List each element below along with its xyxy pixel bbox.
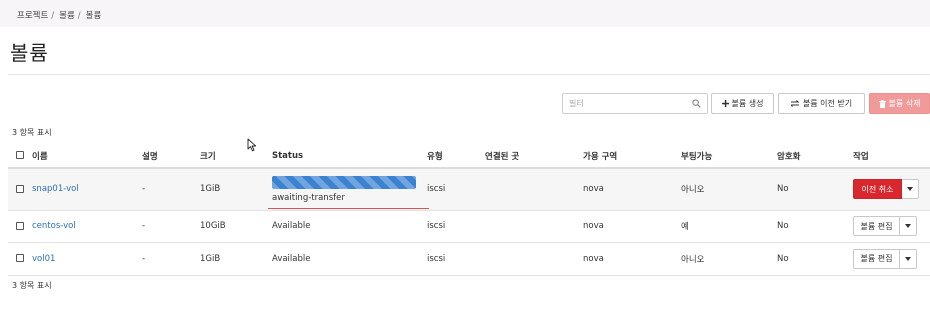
title-divider — [8, 74, 930, 75]
table-row: centos-vol - 10GiB Available iscsi nova … — [8, 210, 930, 243]
filter-box — [562, 93, 708, 114]
status-progress-wrap: awaiting-transfer — [272, 175, 417, 203]
table-header-row: 이름 설명 크기 Status 유형 연결된 곳 가용 구역 부팅가능 암호화 … — [8, 144, 930, 169]
actions-cell: 볼륨 편집 — [853, 210, 930, 243]
description-cell: - — [142, 168, 200, 211]
breadcrumb-separator: / — [77, 11, 81, 21]
breadcrumb: 프로젝트 / 볼륨 / 볼륨 — [17, 9, 101, 21]
trash-icon — [878, 99, 886, 108]
more-actions-toggle[interactable] — [900, 248, 917, 269]
caret-down-icon — [905, 224, 911, 228]
header-actions: 작업 — [853, 144, 930, 169]
header-description[interactable]: 설명 — [142, 144, 200, 169]
cancel-transfer-button[interactable]: 이전 취소 — [853, 179, 902, 200]
size-cell: 1GiB — [200, 168, 272, 211]
header-size[interactable]: 크기 — [200, 144, 272, 169]
actions-cell: 볼륨 편집 — [853, 242, 930, 276]
more-actions-toggle[interactable] — [900, 216, 917, 236]
breadcrumb-bar: 프로젝트 / 볼륨 / 볼륨 — [0, 0, 930, 27]
row-checkbox[interactable] — [16, 254, 24, 262]
status-cell: Available — [272, 210, 427, 243]
breadcrumb-item-current: 볼륨 — [85, 11, 102, 21]
header-encrypted[interactable]: 암호화 — [777, 144, 853, 169]
size-cell: 1GiB — [200, 242, 272, 276]
actions-cell: 이전 취소 — [853, 168, 930, 211]
item-count-bottom: 3 항목 표시 — [12, 281, 52, 290]
status-cell: Available — [272, 242, 427, 276]
select-all-checkbox[interactable] — [16, 151, 24, 159]
name-cell: centos-vol — [32, 210, 142, 243]
row-select-cell — [8, 168, 32, 211]
search-icon[interactable] — [692, 99, 701, 108]
attached-to-cell — [485, 242, 583, 276]
header-name[interactable]: 이름 — [32, 144, 142, 169]
attached-to-cell — [485, 168, 583, 211]
name-cell: vol01 — [32, 242, 142, 276]
volume-name-link[interactable]: snap01-vol — [32, 184, 79, 194]
plus-icon — [721, 100, 729, 107]
size-cell: 10GiB — [200, 210, 272, 243]
encrypted-cell: No — [777, 210, 853, 243]
row-checkbox[interactable] — [16, 184, 24, 193]
row-select-cell — [8, 210, 32, 243]
volume-name-link[interactable]: vol01 — [32, 254, 55, 264]
status-cell: awaiting-transfer — [272, 168, 427, 211]
header-bootable[interactable]: 부팅가능 — [681, 144, 777, 169]
select-all-cell — [8, 144, 32, 169]
delete-volume-button[interactable]: 볼륨 삭제 — [869, 93, 930, 114]
row-select-cell — [8, 242, 32, 276]
row-action-group: 이전 취소 — [853, 179, 919, 200]
caret-down-icon — [905, 256, 911, 261]
volumes-table: 이름 설명 크기 Status 유형 연결된 곳 가용 구역 부팅가능 암호화 … — [8, 144, 930, 276]
type-cell: iscsi — [427, 210, 485, 243]
create-volume-label: 볼륨 생성 — [731, 99, 764, 108]
header-attached-to[interactable]: 연결된 곳 — [485, 144, 583, 169]
attached-to-cell — [485, 210, 583, 243]
item-count-top: 3 항목 표시 — [12, 128, 52, 137]
header-status[interactable]: Status — [272, 144, 427, 169]
caret-down-icon — [907, 187, 913, 192]
row-action-group: 볼륨 편집 — [853, 248, 917, 269]
delete-volume-label: 볼륨 삭제 — [888, 99, 921, 108]
mouse-cursor-icon — [247, 138, 257, 152]
status-underline — [268, 208, 429, 209]
accept-transfer-button[interactable]: 볼륨 이전 받기 — [778, 93, 865, 114]
accept-transfer-label: 볼륨 이전 받기 — [802, 99, 853, 108]
bootable-cell: 아니오 — [681, 242, 777, 276]
status-progress-bar — [272, 175, 416, 189]
type-cell: iscsi — [427, 242, 485, 276]
volume-name-link[interactable]: centos-vol — [32, 221, 76, 231]
availability-zone-cell: nova — [583, 210, 681, 243]
table-row: vol01 - 1GiB Available iscsi nova 아니오 No… — [8, 242, 930, 276]
header-availability-zone[interactable]: 가용 구역 — [583, 144, 681, 169]
type-cell: iscsi — [427, 168, 485, 211]
breadcrumb-item-project[interactable]: 프로젝트 — [17, 11, 48, 21]
name-cell: snap01-vol — [32, 168, 142, 211]
breadcrumb-separator: / — [51, 11, 55, 21]
row-checkbox[interactable] — [16, 221, 24, 230]
more-actions-toggle[interactable] — [902, 179, 919, 200]
description-cell: - — [142, 242, 200, 276]
filter-input[interactable] — [569, 97, 687, 110]
description-cell: - — [142, 210, 200, 243]
encrypted-cell: No — [777, 242, 853, 276]
bootable-cell: 예 — [681, 210, 777, 243]
availability-zone-cell: nova — [583, 168, 681, 211]
breadcrumb-item-volume[interactable]: 볼륨 — [59, 11, 75, 21]
transfer-icon — [790, 100, 800, 107]
status-text: awaiting-transfer — [272, 192, 345, 203]
bootable-cell: 아니오 — [681, 168, 777, 211]
edit-volume-button[interactable]: 볼륨 편집 — [853, 216, 900, 236]
encrypted-cell: No — [777, 168, 853, 211]
row-action-group: 볼륨 편집 — [853, 216, 917, 236]
table-row: snap01-vol - 1GiB awaiting-transfer iscs… — [8, 168, 930, 211]
header-type[interactable]: 유형 — [427, 144, 485, 169]
create-volume-button[interactable]: 볼륨 생성 — [711, 93, 774, 114]
edit-volume-button[interactable]: 볼륨 편집 — [853, 248, 900, 269]
page-title: 볼륨 — [10, 41, 49, 65]
availability-zone-cell: nova — [583, 242, 681, 276]
